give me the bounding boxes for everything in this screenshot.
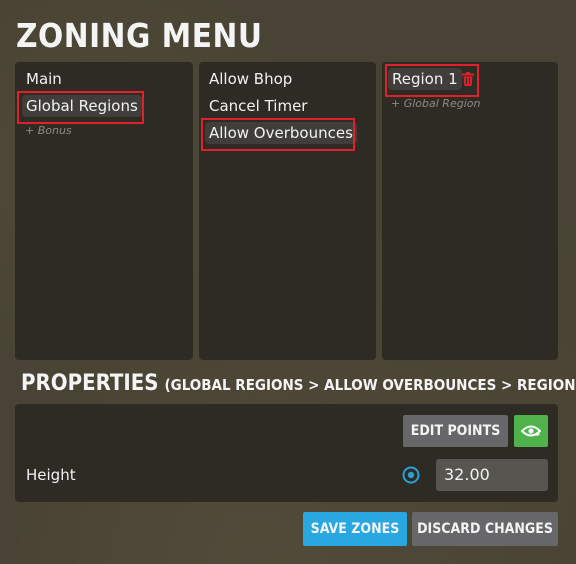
- add-global-region-link[interactable]: + Global Region: [391, 97, 480, 110]
- list-item-allow-bhop[interactable]: Allow Bhop: [209, 68, 292, 90]
- list-item-main[interactable]: Main: [26, 68, 62, 90]
- selection-highlight: [201, 118, 355, 151]
- page-title: Zoning Menu: [16, 16, 263, 55]
- edit-points-button[interactable]: Edit Points: [403, 415, 508, 447]
- height-input[interactable]: 32.00: [436, 459, 548, 491]
- properties-path: (Global Regions > Allow Overbounces > Re…: [164, 376, 576, 394]
- eye-toggle-icon: [521, 425, 541, 437]
- save-zones-button[interactable]: Save Zones: [303, 512, 407, 546]
- discard-changes-button[interactable]: Discard Changes: [412, 512, 558, 546]
- radio-target-icon[interactable]: [402, 466, 420, 484]
- properties-title: Properties: [21, 371, 159, 396]
- selection-highlight: [17, 91, 144, 124]
- list-item-cancel-timer[interactable]: Cancel Timer: [209, 95, 307, 117]
- height-label: Height: [26, 466, 76, 484]
- add-bonus-link[interactable]: + Bonus: [25, 124, 72, 137]
- properties-header: Properties (Global Regions > Allow Overbo…: [21, 371, 576, 396]
- selection-highlight: [385, 64, 479, 97]
- zoning-menu-window: Zoning Menu Main Global Regions + Bonus …: [0, 0, 576, 564]
- eye-toggle-button[interactable]: [514, 415, 548, 447]
